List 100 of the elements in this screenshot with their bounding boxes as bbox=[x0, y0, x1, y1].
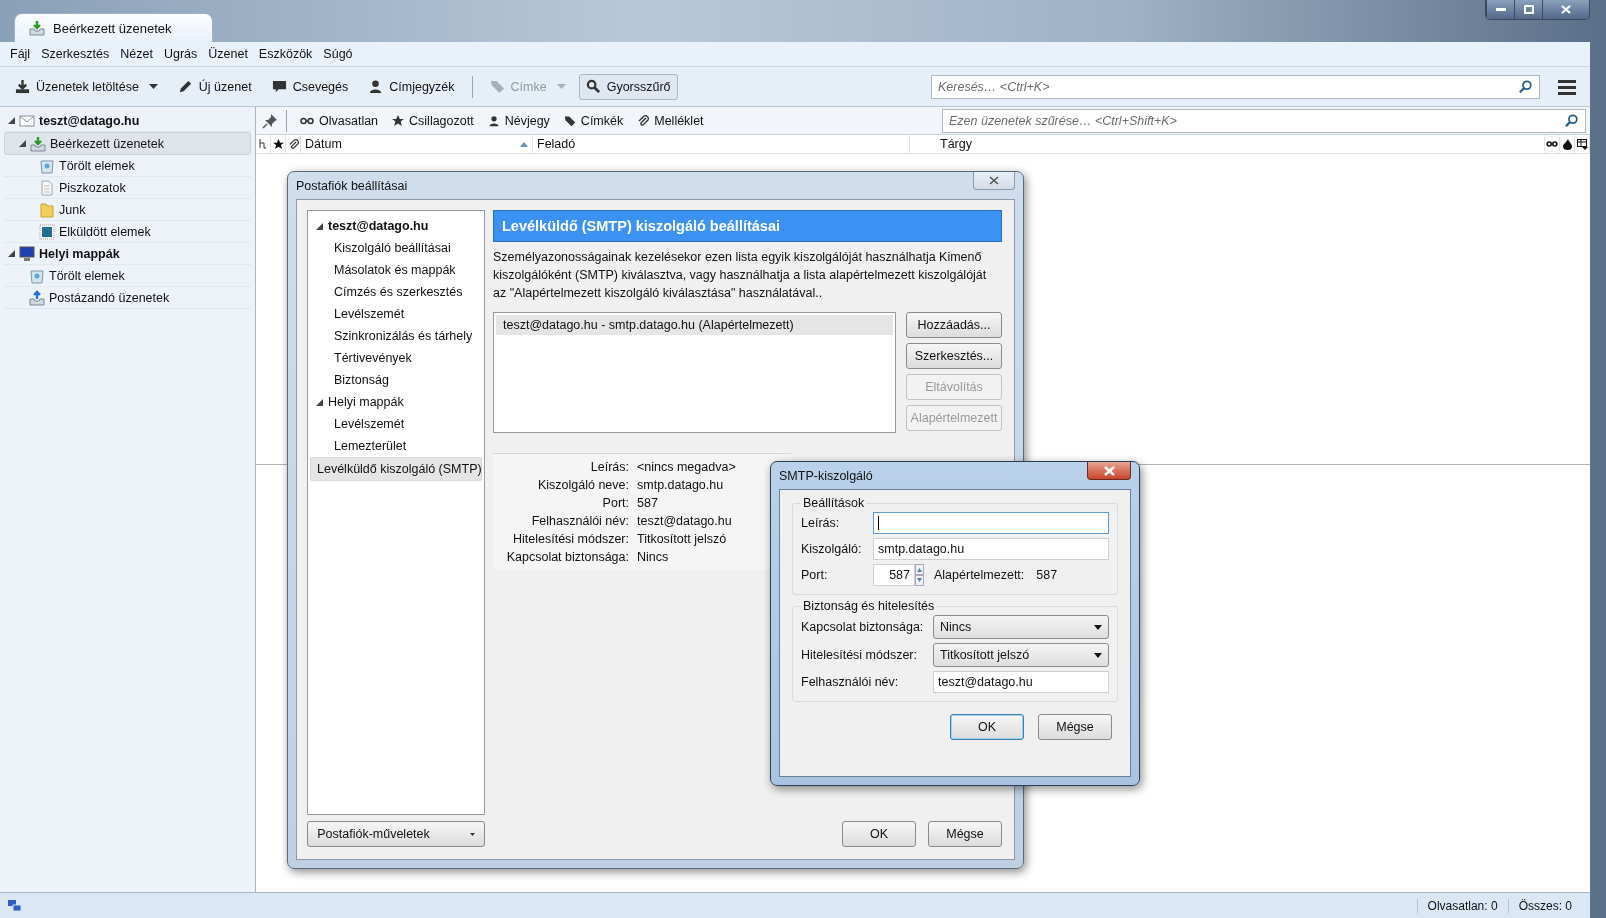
minimize-button[interactable] bbox=[1486, 0, 1514, 19]
menu-item[interactable]: Nézet bbox=[120, 47, 153, 61]
cancel-button[interactable]: Mégse bbox=[1038, 714, 1112, 740]
detail-label: Kapcsolat biztonsága: bbox=[505, 550, 629, 565]
menu-item[interactable]: Eszközök bbox=[258, 47, 313, 61]
dropdown[interactable]: Nincs bbox=[933, 615, 1109, 639]
port-field[interactable]: 587 bbox=[873, 564, 915, 586]
person-icon bbox=[368, 79, 384, 94]
tree-item[interactable]: Tértivevények bbox=[310, 347, 482, 369]
maximize-button[interactable] bbox=[1514, 0, 1542, 19]
menu-item[interactable]: Üzenet bbox=[208, 47, 248, 61]
column-header[interactable]: Tárgy bbox=[910, 135, 1545, 153]
group-label: Beállítások bbox=[802, 496, 866, 510]
caret-icon[interactable] bbox=[148, 84, 158, 89]
minimize-icon bbox=[1495, 7, 1506, 12]
cancel-button[interactable]: Mégse bbox=[928, 821, 1002, 847]
detail-value: <nincs megadva> bbox=[637, 460, 737, 475]
tree-item[interactable]: teszt@datago.hu bbox=[310, 215, 482, 237]
paperclip-icon bbox=[287, 138, 299, 150]
tag-icon bbox=[489, 79, 505, 94]
inbox-icon bbox=[30, 135, 46, 152]
toolbar-button[interactable]: Címjegyzék bbox=[361, 73, 462, 100]
column-header[interactable] bbox=[1560, 135, 1575, 153]
tree-item[interactable]: Másolatok és mappák bbox=[310, 259, 482, 281]
dialog-title: SMTP-kiszolgáló bbox=[779, 468, 873, 483]
folder-item[interactable]: Junk bbox=[4, 199, 251, 221]
twisty-icon[interactable] bbox=[8, 250, 15, 257]
dialog-button[interactable]: Szerkesztés... bbox=[906, 343, 1002, 370]
field-label: Hitelesítési módszer: bbox=[801, 648, 918, 662]
column-header[interactable] bbox=[1575, 135, 1590, 153]
close-button[interactable] bbox=[1542, 0, 1589, 19]
filter-button[interactable]: Névjegy bbox=[482, 111, 555, 130]
column-header[interactable] bbox=[1545, 135, 1560, 153]
column-header[interactable] bbox=[271, 135, 286, 153]
ok-button[interactable]: OK bbox=[950, 714, 1024, 740]
menu-item[interactable]: Szerkesztés bbox=[41, 47, 110, 61]
tree-item[interactable]: Címzés és szerkesztés bbox=[310, 281, 482, 303]
twisty-icon[interactable] bbox=[8, 117, 15, 124]
twisty-icon[interactable] bbox=[316, 222, 323, 230]
page-icon bbox=[39, 179, 55, 196]
toolbar-button[interactable]: Üzenetek letöltése bbox=[8, 73, 165, 100]
default-port-value: 587 bbox=[1036, 568, 1058, 582]
twisty-icon[interactable] bbox=[316, 398, 323, 406]
toolbar-button[interactable]: Új üzenet bbox=[170, 73, 259, 100]
sent-folder-icon bbox=[39, 223, 55, 240]
folder-item[interactable]: Törölt elemek bbox=[4, 155, 251, 177]
folder-item[interactable]: Helyi mappák bbox=[4, 243, 251, 265]
toolbar-button[interactable]: Gyorsszűrő bbox=[578, 73, 678, 100]
field-label: Felhasználói név: bbox=[801, 675, 900, 689]
toolbar-button[interactable]: Csevegés bbox=[264, 73, 356, 100]
default-port-label: Alapértelmezett: bbox=[934, 568, 1025, 582]
menu-item[interactable]: Ugrás bbox=[163, 47, 198, 61]
tree-item[interactable]: Helyi mappák bbox=[310, 391, 482, 413]
dropdown[interactable]: Titkosított jelszó bbox=[933, 643, 1109, 667]
server-item[interactable]: teszt@datago.hu - smtp.datago.hu (Alapértelmezett) bbox=[496, 315, 893, 336]
spinner-icon[interactable] bbox=[915, 564, 924, 586]
server-field[interactable]: smtp.datago.hu bbox=[873, 538, 1109, 560]
tree-item[interactable]: Lemezterület bbox=[310, 435, 482, 457]
thread-icon bbox=[259, 139, 267, 149]
twisty-icon[interactable] bbox=[19, 140, 26, 147]
search-field[interactable]: Keresés… <Ctrl+K> bbox=[931, 74, 1540, 99]
dialog-button[interactable]: Hozzáadás... bbox=[906, 312, 1002, 339]
tree-item[interactable]: Levélszemét bbox=[310, 413, 482, 435]
filter-button[interactable]: Melléklet bbox=[632, 111, 709, 130]
folder-item[interactable]: Beérkezett üzenetek bbox=[4, 132, 251, 155]
filter-button[interactable]: Címkék bbox=[558, 111, 629, 130]
folder-item[interactable]: Piszkozatok bbox=[4, 177, 251, 199]
column-header[interactable]: Dátum bbox=[301, 135, 533, 153]
account-actions-button[interactable]: Postafiók-műveletek bbox=[307, 821, 485, 847]
close-button[interactable] bbox=[1087, 462, 1131, 480]
tree-item[interactable]: Levélszemét bbox=[310, 303, 482, 325]
maximize-icon bbox=[1523, 5, 1534, 14]
menu-item[interactable]: Súgó bbox=[323, 47, 353, 61]
folder-item[interactable]: Elküldött elemek bbox=[4, 221, 251, 243]
ok-button[interactable]: OK bbox=[842, 821, 916, 847]
filter-button[interactable]: Olvasatlan bbox=[295, 111, 384, 130]
tree-item[interactable]: Kiszolgáló beállításai bbox=[310, 237, 482, 259]
field-label: Leírás: bbox=[801, 516, 841, 530]
menu-item[interactable]: Fájl bbox=[10, 47, 31, 61]
folder-tab[interactable]: Beérkezett üzenetek bbox=[14, 13, 213, 42]
folder-item[interactable]: Törölt elemek bbox=[4, 265, 251, 287]
caret-icon bbox=[469, 832, 475, 836]
filter-button[interactable]: Csillagozott bbox=[387, 111, 479, 130]
total-count: Összes: 0 bbox=[1507, 898, 1582, 913]
menu-icon[interactable] bbox=[1558, 78, 1576, 95]
username-field[interactable]: teszt@datago.hu bbox=[933, 671, 1109, 693]
close-button[interactable] bbox=[973, 172, 1015, 190]
detail-value: smtp.datago.hu bbox=[637, 478, 725, 493]
field-label: Kiszolgáló: bbox=[801, 542, 863, 556]
tree-item[interactable]: Szinkronizálás és tárhely bbox=[310, 325, 482, 347]
tree-item[interactable]: Levélküldő kiszolgáló (SMTP) bbox=[310, 457, 482, 481]
column-header[interactable]: Feladó bbox=[533, 135, 910, 153]
folder-item[interactable]: Postázandó üzenetek bbox=[4, 287, 251, 309]
detail-label: Kiszolgáló neve: bbox=[536, 478, 629, 493]
inbox-icon bbox=[29, 20, 45, 36]
pin-icon[interactable] bbox=[262, 112, 278, 129]
description-field[interactable] bbox=[873, 512, 1109, 534]
outbox-icon bbox=[29, 289, 45, 306]
tree-item[interactable]: Biztonság bbox=[310, 369, 482, 391]
filter-field[interactable]: Ezen üzenetek szűrése… <Ctrl+Shift+K> bbox=[942, 108, 1586, 133]
